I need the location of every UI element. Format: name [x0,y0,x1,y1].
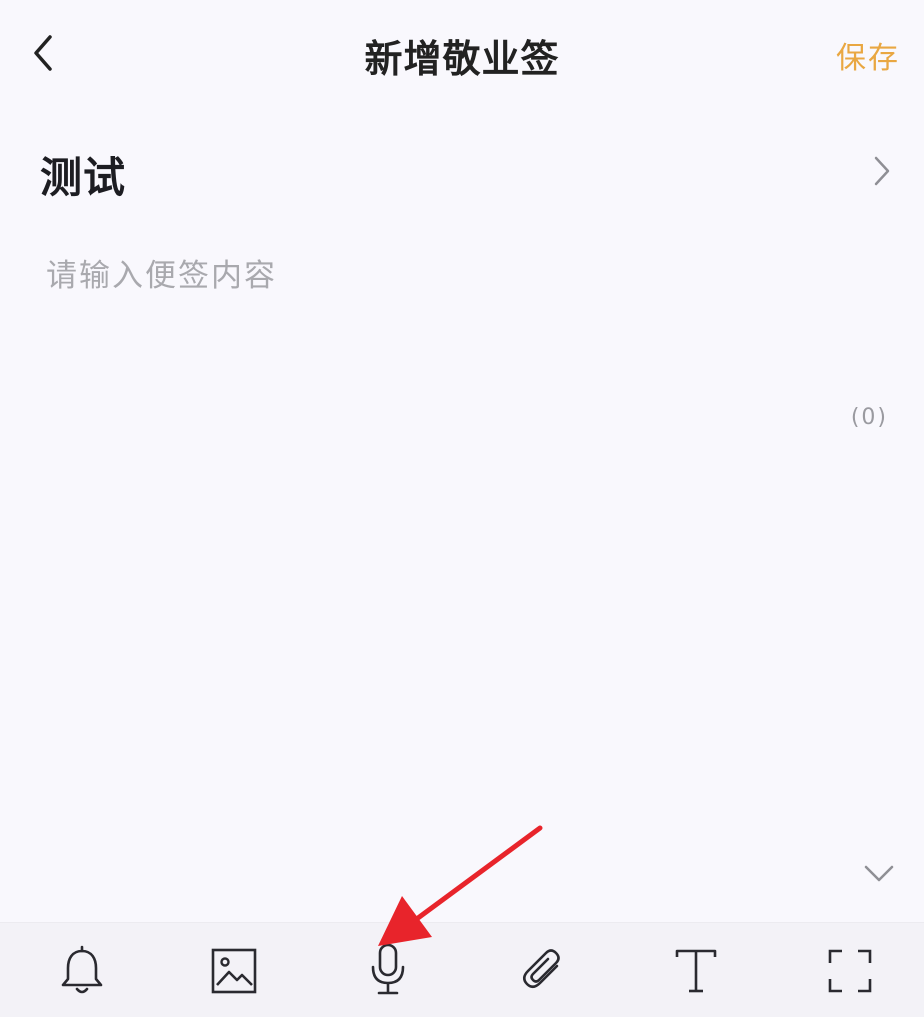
text-format-icon [675,949,717,993]
voice-input-button[interactable] [358,941,418,1001]
collapse-keyboard-button[interactable] [862,858,896,888]
chevron-right-icon [874,156,890,186]
bottom-toolbar [0,922,924,1017]
fullscreen-button[interactable] [820,941,880,1001]
microphone-icon [371,943,405,995]
note-title-row[interactable]: 测试 [0,130,924,216]
character-count: (0) [850,405,888,430]
save-button[interactable]: 保存 [836,33,900,77]
reminder-button[interactable] [52,941,112,1001]
fullscreen-icon [828,949,872,993]
text-format-button[interactable] [666,941,726,1001]
note-title: 测试 [40,153,127,202]
image-icon [211,948,257,994]
header-bar: 新增敬业签 保存 [0,0,924,110]
attachment-button[interactable] [514,941,574,1001]
note-content-input[interactable] [46,250,866,390]
paperclip-icon [522,949,560,989]
bell-icon [61,945,103,994]
insert-image-button[interactable] [204,941,264,1001]
chevron-down-icon [864,865,894,882]
page-title: 新增敬业签 [364,37,560,81]
